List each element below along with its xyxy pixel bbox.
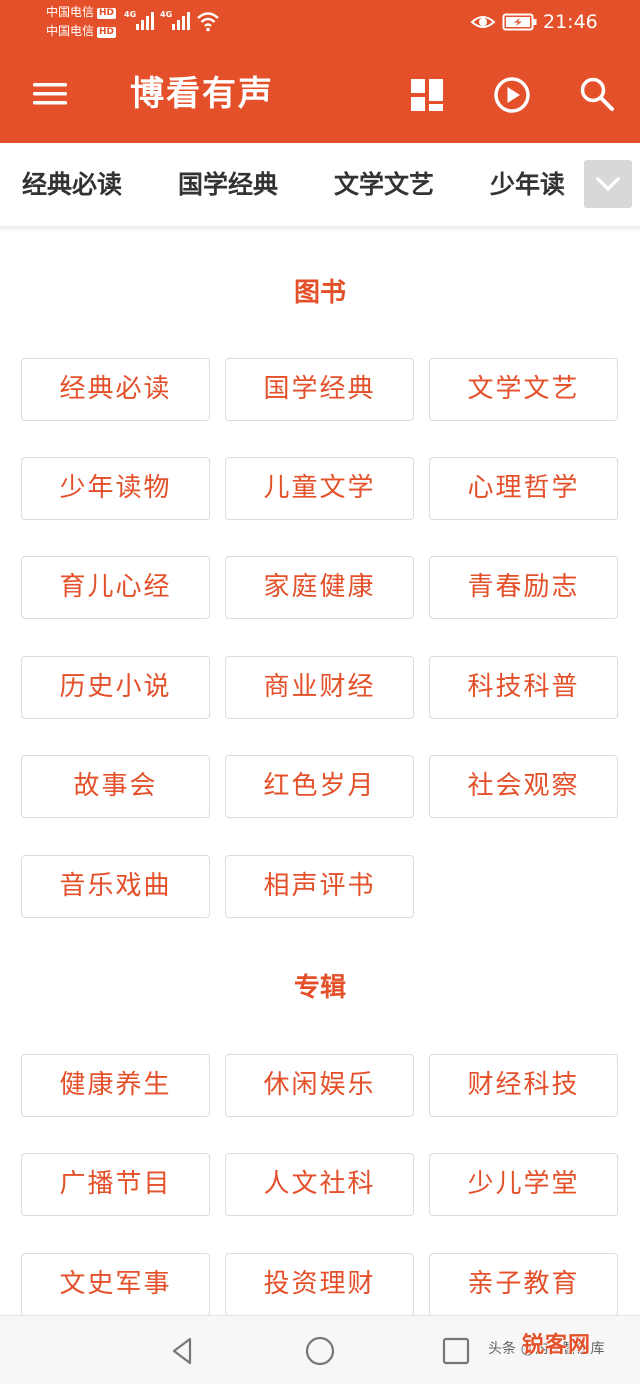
chevron-down-icon bbox=[596, 177, 620, 191]
signal-icon-1 bbox=[136, 12, 154, 30]
category-chip[interactable]: 音乐戏曲 bbox=[21, 855, 210, 918]
hd-badge-1: HD bbox=[97, 8, 117, 19]
category-chip[interactable]: 国学经典 bbox=[225, 358, 414, 421]
album-chip[interactable]: 财经科技 bbox=[429, 1054, 618, 1117]
album-chip[interactable]: 文史军事 bbox=[21, 1253, 210, 1315]
clock: 21:46 bbox=[543, 11, 598, 33]
category-chip[interactable]: 历史小说 bbox=[21, 656, 210, 719]
recents-icon[interactable] bbox=[439, 1334, 473, 1368]
category-tabs: 经典必读 国学经典 文学文艺 少年读 bbox=[0, 143, 640, 227]
album-chip[interactable]: 投资理财 bbox=[225, 1253, 414, 1315]
carrier-1: 中国电信 HD bbox=[46, 3, 117, 21]
grid-icon[interactable] bbox=[406, 74, 448, 116]
status-bar: 中国电信 HD 中国电信 HD 4G 4G 21:46 bbox=[0, 0, 640, 46]
carrier-1-name: 中国电信 bbox=[46, 5, 95, 19]
tab-youth-reading[interactable]: 少年读 bbox=[490, 165, 565, 205]
watermark-logo: 锐客网 bbox=[522, 1333, 592, 1358]
category-chip[interactable]: 心理哲学 bbox=[429, 457, 618, 520]
category-chip[interactable]: 科技科普 bbox=[429, 656, 618, 719]
category-chip[interactable]: 社会观察 bbox=[429, 755, 618, 818]
category-chip[interactable]: 经典必读 bbox=[21, 358, 210, 421]
carrier-2: 中国电信 HD bbox=[46, 22, 117, 40]
album-chip[interactable]: 广播节目 bbox=[21, 1153, 210, 1216]
carrier-2-name: 中国电信 bbox=[46, 24, 95, 38]
tab-chinese-classics[interactable]: 国学经典 bbox=[178, 165, 278, 205]
category-chip[interactable]: 育儿心经 bbox=[21, 556, 210, 619]
category-content[interactable]: 图书 经典必读 国学经典 文学文艺 少年读物 儿童文学 心理哲学 育儿心经 家庭… bbox=[0, 233, 640, 1315]
category-chip[interactable]: 红色岁月 bbox=[225, 755, 414, 818]
signal-icon-2 bbox=[172, 12, 190, 30]
tab-literature-art[interactable]: 文学文艺 bbox=[334, 165, 434, 205]
back-icon[interactable] bbox=[166, 1334, 200, 1368]
category-chip[interactable]: 相声评书 bbox=[225, 855, 414, 918]
section-title-albums: 专辑 bbox=[293, 973, 346, 1003]
category-chip[interactable]: 少年读物 bbox=[21, 457, 210, 520]
app-title: 博看有声 bbox=[130, 74, 274, 114]
category-chip[interactable]: 故事会 bbox=[21, 755, 210, 818]
category-chip[interactable]: 商业财经 bbox=[225, 656, 414, 719]
category-chip[interactable]: 文学文艺 bbox=[429, 358, 618, 421]
menu-icon[interactable] bbox=[30, 76, 70, 112]
app-header: 中国电信 HD 中国电信 HD 4G 4G 21:46 博看有声 bbox=[0, 0, 640, 143]
expand-tabs-button[interactable] bbox=[584, 160, 632, 208]
play-circle-icon[interactable] bbox=[491, 74, 533, 116]
wifi-icon bbox=[197, 12, 219, 32]
battery-icon bbox=[502, 13, 537, 31]
tab-classics-must-read[interactable]: 经典必读 bbox=[22, 165, 122, 205]
search-icon[interactable] bbox=[576, 74, 618, 116]
tab-fade bbox=[560, 143, 584, 226]
album-chip[interactable]: 休闲娱乐 bbox=[225, 1054, 414, 1117]
section-title-books: 图书 bbox=[293, 278, 346, 308]
toolbar: 博看有声 bbox=[0, 58, 640, 130]
eye-comfort-icon bbox=[470, 16, 496, 28]
album-chip[interactable]: 健康养生 bbox=[21, 1054, 210, 1117]
album-chip[interactable]: 人文社科 bbox=[225, 1153, 414, 1216]
album-chip[interactable]: 少儿学堂 bbox=[429, 1153, 618, 1216]
hd-badge-2: HD bbox=[97, 27, 117, 38]
album-chip[interactable]: 亲子教育 bbox=[429, 1253, 618, 1315]
category-chip[interactable]: 家庭健康 bbox=[225, 556, 414, 619]
category-chip[interactable]: 儿童文学 bbox=[225, 457, 414, 520]
category-chip[interactable]: 青春励志 bbox=[429, 556, 618, 619]
home-icon[interactable] bbox=[303, 1334, 337, 1368]
